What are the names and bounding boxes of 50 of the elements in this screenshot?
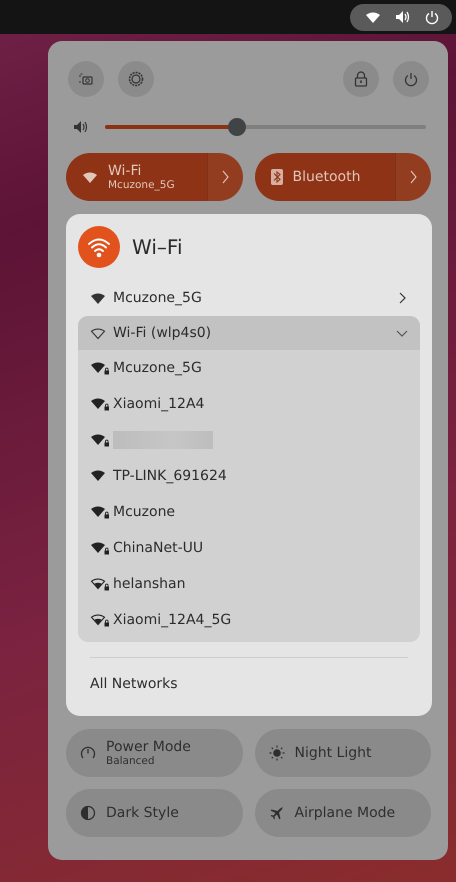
volume-icon [395, 10, 411, 24]
gauge-icon [80, 745, 96, 761]
signal-icon [90, 292, 106, 304]
lock-icon [354, 71, 368, 87]
expand-menu-button[interactable] [206, 153, 242, 201]
toggle-button[interactable]: Wi-Fi Mcuzone_5G [66, 153, 206, 201]
settings-icon [127, 70, 145, 88]
network-item[interactable]: Xiaomi_12A4 [78, 386, 420, 422]
network-item[interactable]: Mcuzone_5G [78, 280, 420, 316]
expand-menu-button[interactable] [395, 153, 431, 201]
network-item[interactable]: ChinaNet-UU [78, 530, 420, 566]
network-item[interactable]: Mcuzone [78, 494, 420, 530]
device-item[interactable]: Wi-Fi (wlp4s0) [78, 316, 420, 350]
wifi-icon [365, 10, 381, 24]
volume-icon [73, 120, 89, 134]
settings-button[interactable] [118, 61, 154, 97]
menu-title: Wi–Fi [132, 235, 182, 259]
screenshot-button[interactable] [68, 61, 104, 97]
wifi-icon [78, 226, 120, 268]
wifi-outline-icon [90, 326, 106, 340]
power-button[interactable] [393, 61, 429, 97]
chevron-right-icon [410, 170, 417, 184]
toggle-button[interactable]: Dark Style [66, 789, 242, 837]
wifi-icon [82, 170, 98, 184]
toggle-button[interactable]: Night Light [254, 729, 431, 777]
network-item[interactable]: TP-LINK_691624 [78, 458, 420, 494]
toggle-subtitle: Balanced [106, 755, 156, 767]
sun-icon [268, 745, 284, 761]
chevron-right-icon [222, 170, 228, 184]
lock-button[interactable] [343, 61, 379, 97]
bluetooth-icon [270, 169, 282, 185]
toggle-subtitle: Mcuzone_5G [108, 179, 175, 191]
contrast-icon [80, 805, 96, 821]
power-icon [404, 72, 418, 86]
toggle-button[interactable]: Bluetooth [254, 153, 395, 201]
network-item[interactable]: Mcuzone_5G [78, 350, 420, 386]
system-tray[interactable] [350, 4, 452, 30]
toggle-button[interactable]: Power Mode Balanced [66, 729, 242, 777]
airplane-icon [268, 805, 284, 821]
network-item[interactable]: Xiaomi_12A4_5G [78, 602, 420, 638]
toggle-title: Bluetooth [292, 169, 360, 185]
toggle-button[interactable]: Airplane Mode [254, 789, 431, 837]
slider-handle[interactable] [228, 118, 246, 136]
all-networks-item[interactable]: All Networks [78, 668, 420, 700]
toggle-title: Wi-Fi [108, 163, 142, 179]
network-item[interactable]: helanshan [78, 566, 420, 602]
chevron-right-icon [399, 292, 406, 304]
power-icon [425, 10, 439, 24]
volume-slider[interactable] [105, 118, 426, 136]
camera-icon [78, 71, 94, 87]
